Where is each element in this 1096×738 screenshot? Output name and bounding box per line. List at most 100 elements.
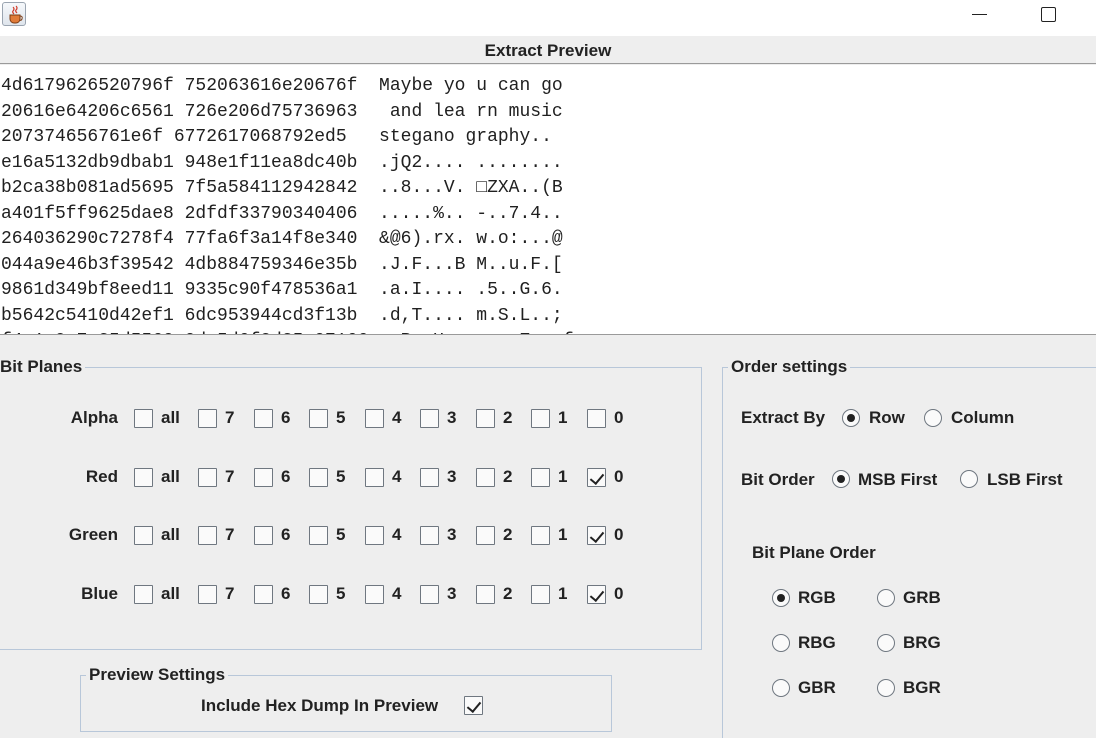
bit-plane-checkbox-label[interactable]: 7 (225, 467, 234, 487)
bit-plane-checkbox-label[interactable]: 2 (503, 584, 512, 604)
bit-plane-checkbox-red-1[interactable] (531, 468, 550, 487)
bit-plane-checkbox-red-6[interactable] (254, 468, 273, 487)
bit-plane-checkbox-blue-5[interactable] (309, 585, 328, 604)
bit-plane-checkbox-label[interactable]: 1 (558, 467, 567, 487)
include-hex-dump-label: Include Hex Dump In Preview (201, 696, 439, 715)
java-coffee-icon[interactable] (2, 2, 26, 26)
bit-plane-checkbox-label[interactable]: 6 (281, 467, 290, 487)
extract-by-column-radio[interactable] (924, 409, 942, 427)
bit-plane-checkbox-blue-7[interactable] (198, 585, 217, 604)
bit-plane-checkbox-alpha-2[interactable] (476, 409, 495, 428)
bit-plane-checkbox-label[interactable]: 0 (614, 467, 623, 487)
bit-plane-checkbox-label[interactable]: 2 (503, 467, 512, 487)
bit-plane-checkbox-green-4[interactable] (365, 526, 384, 545)
bit-plane-checkbox-red-all[interactable] (134, 468, 153, 487)
bit-plane-checkbox-label[interactable]: 4 (392, 584, 401, 604)
bit-plane-checkbox-label[interactable]: 4 (392, 525, 401, 545)
bit-plane-checkbox-label[interactable]: all (161, 525, 180, 545)
bit-plane-checkbox-label[interactable]: 7 (225, 408, 234, 428)
bit-plane-checkbox-green-7[interactable] (198, 526, 217, 545)
maximize-icon[interactable] (1032, 4, 1062, 26)
bit-plane-order-radio-rbg[interactable] (772, 634, 790, 652)
bit-plane-checkbox-label[interactable]: 4 (392, 467, 401, 487)
bit-plane-checkbox-blue-6[interactable] (254, 585, 273, 604)
bit-plane-checkbox-green-1[interactable] (531, 526, 550, 545)
bit-plane-checkbox-label[interactable]: 7 (225, 525, 234, 545)
bit-plane-checkbox-label[interactable]: 0 (614, 408, 623, 428)
bit-plane-checkbox-label[interactable]: 5 (336, 408, 345, 428)
bit-plane-checkbox-label[interactable]: 3 (447, 408, 456, 428)
bit-plane-checkbox-label[interactable]: 0 (614, 525, 623, 545)
bit-planes-title: Bit Planes (0, 357, 86, 377)
include-hex-dump-checkbox[interactable] (464, 696, 483, 715)
bit-order-msb-label[interactable]: MSB First (858, 470, 937, 490)
bit-plane-checkbox-alpha-1[interactable] (531, 409, 550, 428)
bit-plane-checkbox-green-2[interactable] (476, 526, 495, 545)
bit-plane-order-radio-rgb[interactable] (772, 589, 790, 607)
bit-plane-checkbox-green-6[interactable] (254, 526, 273, 545)
bit-plane-order-radio-brg[interactable] (877, 634, 895, 652)
bit-plane-checkbox-label[interactable]: 5 (336, 525, 345, 545)
bit-plane-checkbox-red-2[interactable] (476, 468, 495, 487)
extract-by-column-label[interactable]: Column (951, 408, 1014, 428)
bit-plane-checkbox-label[interactable]: 3 (447, 584, 456, 604)
bit-plane-checkbox-alpha-all[interactable] (134, 409, 153, 428)
bit-plane-checkbox-green-5[interactable] (309, 526, 328, 545)
bit-plane-checkbox-alpha-0[interactable] (587, 409, 606, 428)
bit-plane-row-label-green: Green (68, 525, 118, 544)
bit-plane-checkbox-label[interactable]: all (161, 408, 180, 428)
bit-plane-checkbox-blue-all[interactable] (134, 585, 153, 604)
bit-plane-checkbox-label[interactable]: 2 (503, 525, 512, 545)
bit-plane-order-label-grb[interactable]: GRB (903, 588, 941, 608)
bit-plane-checkbox-label[interactable]: 6 (281, 525, 290, 545)
bit-plane-order-label-rbg[interactable]: RBG (798, 633, 836, 653)
bit-plane-checkbox-alpha-7[interactable] (198, 409, 217, 428)
bit-plane-checkbox-label[interactable]: 1 (558, 584, 567, 604)
minimize-icon[interactable] (962, 4, 996, 26)
bit-plane-checkbox-label[interactable]: all (161, 467, 180, 487)
bit-plane-checkbox-alpha-5[interactable] (309, 409, 328, 428)
bit-plane-checkbox-green-0[interactable] (587, 526, 606, 545)
bit-plane-checkbox-label[interactable]: 6 (281, 584, 290, 604)
bit-plane-checkbox-blue-2[interactable] (476, 585, 495, 604)
bit-order-lsb-radio[interactable] (960, 470, 978, 488)
bit-plane-order-radio-bgr[interactable] (877, 679, 895, 697)
bit-plane-order-label-brg[interactable]: BRG (903, 633, 941, 653)
bit-plane-checkbox-label[interactable]: all (161, 584, 180, 604)
bit-plane-checkbox-label[interactable]: 1 (558, 408, 567, 428)
bit-plane-checkbox-red-3[interactable] (420, 468, 439, 487)
bit-plane-checkbox-label[interactable]: 6 (281, 408, 290, 428)
bit-plane-checkbox-label[interactable]: 2 (503, 408, 512, 428)
extract-by-row-radio[interactable] (842, 409, 860, 427)
bit-plane-checkbox-label[interactable]: 0 (614, 584, 623, 604)
extract-by-row-label[interactable]: Row (869, 408, 905, 428)
bit-order-lsb-label[interactable]: LSB First (987, 470, 1063, 490)
bit-plane-checkbox-label[interactable]: 4 (392, 408, 401, 428)
bit-plane-order-label-gbr[interactable]: GBR (798, 678, 836, 698)
bit-plane-checkbox-red-5[interactable] (309, 468, 328, 487)
bit-plane-checkbox-red-0[interactable] (587, 468, 606, 487)
bit-plane-checkbox-alpha-6[interactable] (254, 409, 273, 428)
bit-plane-checkbox-blue-0[interactable] (587, 585, 606, 604)
bit-plane-checkbox-label[interactable]: 5 (336, 467, 345, 487)
bit-plane-checkbox-label[interactable]: 7 (225, 584, 234, 604)
bit-plane-checkbox-blue-1[interactable] (531, 585, 550, 604)
bit-plane-order-radio-gbr[interactable] (772, 679, 790, 697)
bit-plane-checkbox-alpha-3[interactable] (420, 409, 439, 428)
bit-plane-order-label-rgb[interactable]: RGB (798, 588, 836, 608)
bit-plane-order-radio-grb[interactable] (877, 589, 895, 607)
bit-plane-checkbox-label[interactable]: 5 (336, 584, 345, 604)
bit-plane-checkbox-blue-4[interactable] (365, 585, 384, 604)
bit-plane-checkbox-red-7[interactable] (198, 468, 217, 487)
bit-plane-checkbox-green-3[interactable] (420, 526, 439, 545)
bit-plane-checkbox-green-all[interactable] (134, 526, 153, 545)
bit-plane-checkbox-alpha-4[interactable] (365, 409, 384, 428)
bit-plane-checkbox-blue-3[interactable] (420, 585, 439, 604)
bit-plane-checkbox-label[interactable]: 3 (447, 525, 456, 545)
bit-plane-checkbox-label[interactable]: 1 (558, 525, 567, 545)
bit-order-msb-radio[interactable] (832, 470, 850, 488)
extract-preview-text-area[interactable]: 4d6179626520796f 752063616e20676f Maybe … (0, 65, 1096, 335)
bit-plane-checkbox-label[interactable]: 3 (447, 467, 456, 487)
bit-plane-order-label-bgr[interactable]: BGR (903, 678, 941, 698)
bit-plane-checkbox-red-4[interactable] (365, 468, 384, 487)
